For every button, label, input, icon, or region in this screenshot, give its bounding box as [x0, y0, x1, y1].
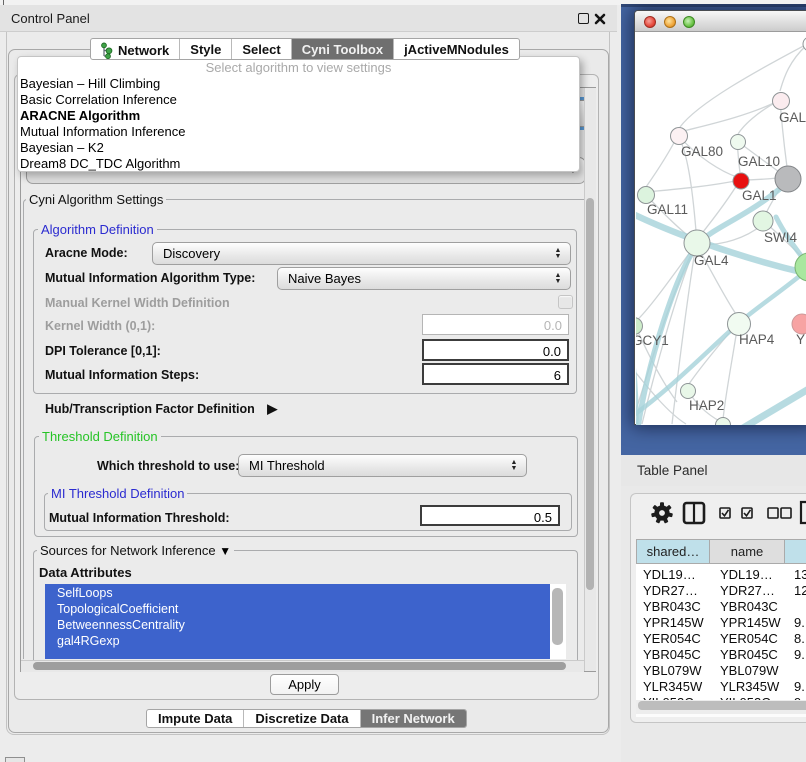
svg-text:GCY1: GCY1 [636, 333, 669, 348]
svg-text:GAL8: GAL8 [779, 110, 806, 125]
svg-text:GAL11: GAL11 [647, 202, 688, 217]
svg-text:GAL10: GAL10 [738, 154, 780, 169]
svg-text:GAL4: GAL4 [694, 253, 729, 268]
svg-text:HAP2: HAP2 [689, 398, 724, 413]
svg-text:GAL1: GAL1 [742, 188, 777, 203]
svg-text:GAL80: GAL80 [681, 144, 723, 159]
svg-text:HAP4: HAP4 [739, 332, 775, 347]
svg-text:SWI4: SWI4 [764, 230, 797, 245]
svg-text:Y: Y [796, 332, 805, 347]
